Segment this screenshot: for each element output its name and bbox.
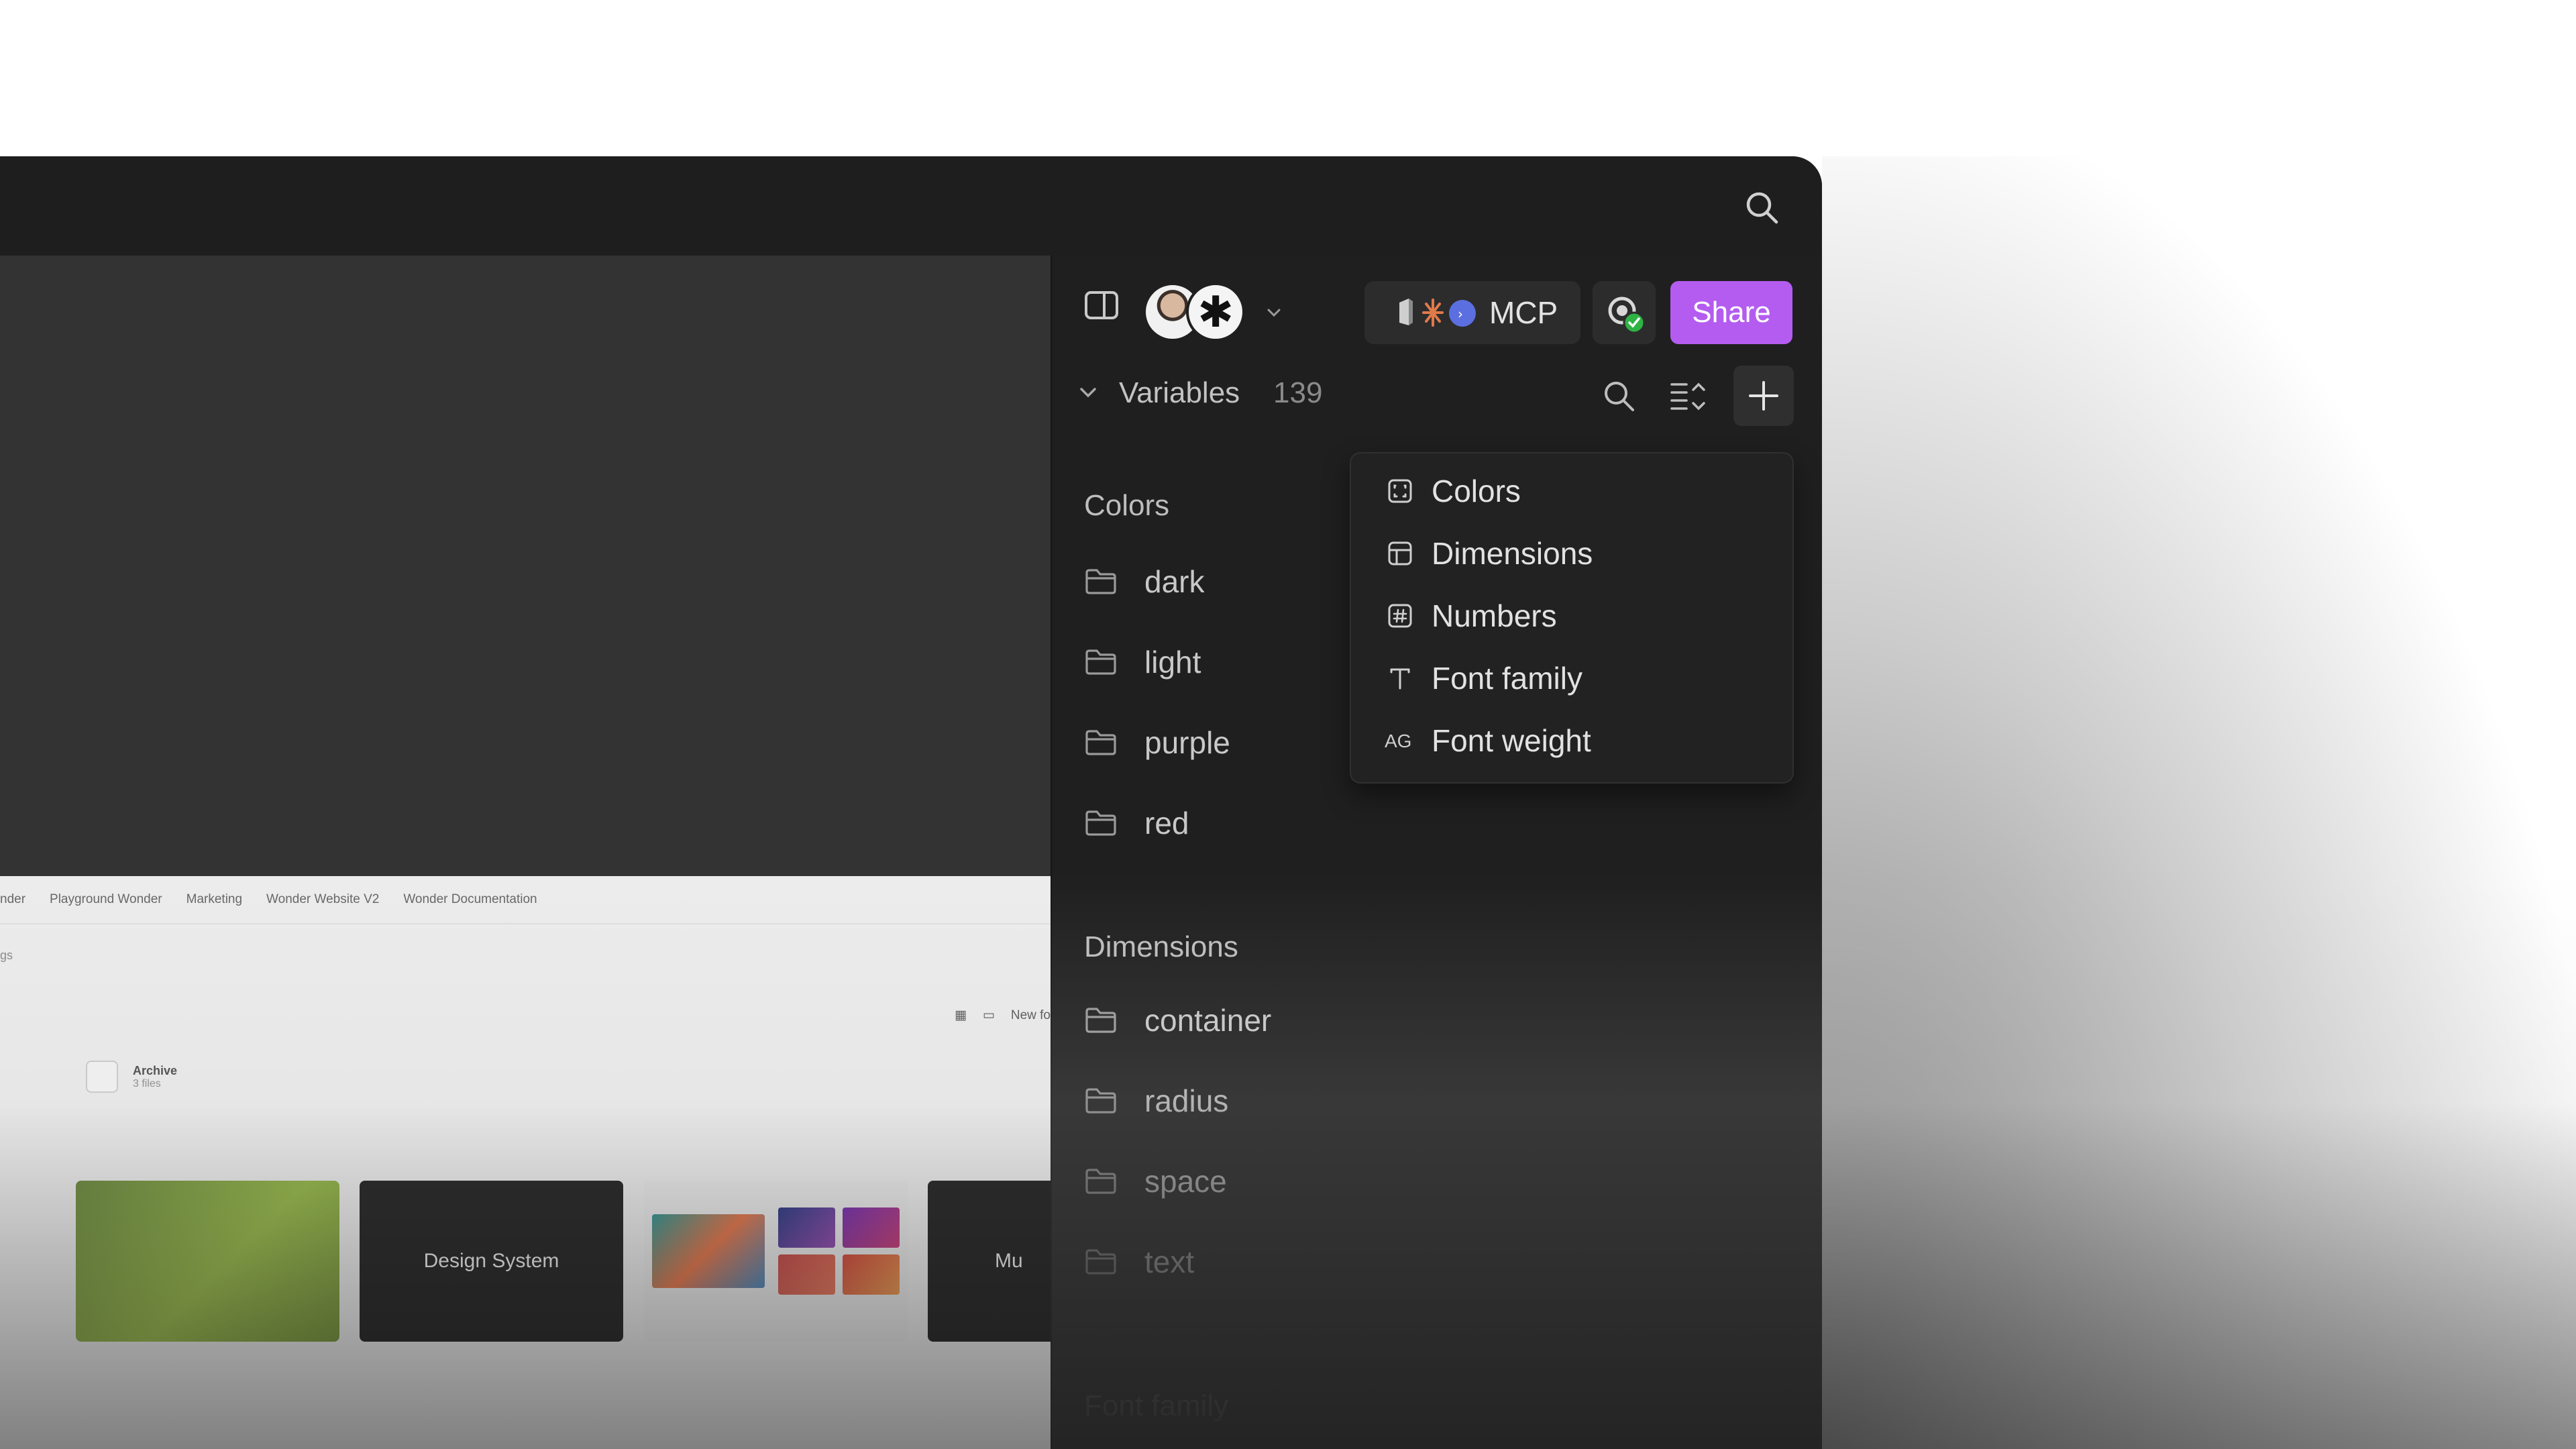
folder-icon xyxy=(86,1061,118,1093)
list-view-icon: ▭ xyxy=(982,1008,995,1022)
menu-item-colors[interactable]: Colors xyxy=(1351,460,1792,522)
folder-item[interactable]: text xyxy=(1084,1235,1194,1289)
search-icon[interactable] xyxy=(1743,189,1780,226)
variables-header: Variables 139 xyxy=(1052,354,1822,434)
folder-label: space xyxy=(1144,1164,1227,1199)
preview-tab: Marketing xyxy=(186,892,243,906)
avatar[interactable]: ✱ xyxy=(1186,282,1245,341)
mcp-integration-icons: › xyxy=(1399,299,1476,327)
new-folder-button: New fo xyxy=(1010,1008,1051,1022)
text-t-icon xyxy=(1385,663,1415,694)
thumbnail-title: Design System xyxy=(423,1250,559,1272)
thumbnail-title: Mu xyxy=(995,1250,1023,1272)
folder-item[interactable]: red xyxy=(1084,796,1189,850)
sync-status-icon xyxy=(1608,297,1646,334)
folder-label: container xyxy=(1144,1003,1272,1038)
preview-toolbar: ▦ ▭ New fo xyxy=(955,1008,1051,1023)
thumbnail-image xyxy=(843,1254,900,1295)
share-button[interactable]: Share xyxy=(1670,281,1792,344)
menu-item-label: Font weight xyxy=(1432,723,1591,758)
folder-icon xyxy=(1085,810,1116,836)
dimension-layout-icon xyxy=(1385,538,1415,569)
folder-item[interactable]: light xyxy=(1084,635,1201,689)
thumbnail-image xyxy=(778,1254,835,1295)
plus-icon xyxy=(1749,381,1778,411)
preview-tab: Wonder Website V2 xyxy=(266,892,380,906)
add-variable-button[interactable] xyxy=(1733,366,1794,426)
preview-tab: Playground Wonder xyxy=(50,892,162,906)
collaborator-avatars[interactable]: ✱ xyxy=(1143,282,1248,343)
menu-item-label: Dimensions xyxy=(1432,536,1593,571)
title-bar xyxy=(0,156,1822,256)
svg-text:AG: AG xyxy=(1385,731,1411,751)
preview-breadcrumb: gs xyxy=(0,949,13,962)
app-window: nder Playground Wonder Marketing Wonder … xyxy=(0,156,1822,1449)
folder-item[interactable]: dark xyxy=(1084,555,1204,608)
section-title-font-family: Font family xyxy=(1084,1389,1229,1422)
sidebar-toggle-icon[interactable] xyxy=(1084,290,1119,320)
folder-label: radius xyxy=(1144,1083,1229,1118)
canvas-area[interactable]: nder Playground Wonder Marketing Wonder … xyxy=(0,256,1051,1449)
variables-count: 139 xyxy=(1273,376,1323,409)
mcp-button[interactable]: › MCP xyxy=(1364,281,1580,344)
grid-view-icon: ▦ xyxy=(954,1008,967,1022)
variables-panel: ✱ › MCP Share Variables 139 Colors dark … xyxy=(1051,256,1822,1449)
section-title-dimensions: Dimensions xyxy=(1084,930,1238,963)
embedded-dashboard-preview: nder Playground Wonder Marketing Wonder … xyxy=(0,876,1051,1449)
archive-meta: 3 files xyxy=(133,1077,161,1089)
folder-label: purple xyxy=(1144,725,1230,760)
archive-title: Archive xyxy=(133,1063,178,1077)
folder-item[interactable]: space xyxy=(1084,1155,1227,1208)
thumbnail-image xyxy=(778,1208,835,1248)
folder-icon xyxy=(1085,730,1116,755)
folder-label: red xyxy=(1144,806,1189,841)
svg-text:›: › xyxy=(1458,306,1463,322)
preview-tab: Wonder Documentation xyxy=(403,892,537,906)
archive-folder: Archive 3 files xyxy=(86,1061,177,1093)
color-swatch-icon xyxy=(1385,476,1415,506)
project-thumbnail xyxy=(644,1181,908,1342)
chevron-down-icon[interactable] xyxy=(1265,304,1283,321)
thumbnail-image xyxy=(843,1208,900,1248)
mcp-label: MCP xyxy=(1489,295,1558,330)
chevron-down-icon[interactable] xyxy=(1076,380,1100,405)
preview-tab: nder xyxy=(0,892,26,906)
section-title-colors: Colors xyxy=(1084,489,1170,522)
folder-icon xyxy=(1085,1088,1116,1114)
folder-label: light xyxy=(1144,645,1201,680)
project-thumbnail: Design System xyxy=(360,1181,623,1342)
project-thumbnail: Mu xyxy=(928,1181,1051,1342)
menu-item-dimensions[interactable]: Dimensions xyxy=(1351,523,1792,584)
preview-tab-strip: nder Playground Wonder Marketing Wonder … xyxy=(0,876,1051,924)
thumbnail-image xyxy=(652,1214,765,1288)
variables-title: Variables xyxy=(1119,376,1240,409)
project-thumbnail xyxy=(76,1181,339,1342)
folder-item[interactable]: container xyxy=(1084,994,1271,1047)
search-icon[interactable] xyxy=(1601,378,1637,414)
collapse-all-icon[interactable] xyxy=(1669,378,1707,414)
menu-item-numbers[interactable]: Numbers xyxy=(1351,585,1792,647)
sync-status-button[interactable] xyxy=(1593,281,1656,344)
add-variable-menu: Colors Dimensions Numbers Font family AG… xyxy=(1350,452,1794,784)
menu-item-label: Numbers xyxy=(1432,598,1557,633)
hash-icon xyxy=(1385,600,1415,631)
ag-icon: AG xyxy=(1385,725,1415,756)
folder-icon xyxy=(1085,1008,1116,1033)
folder-item[interactable]: radius xyxy=(1084,1074,1228,1128)
menu-item-label: Colors xyxy=(1432,474,1521,508)
folder-item[interactable]: purple xyxy=(1084,716,1230,769)
folder-icon xyxy=(1085,569,1116,594)
folder-icon xyxy=(1085,1249,1116,1275)
folder-icon xyxy=(1085,1169,1116,1194)
folder-label: dark xyxy=(1144,564,1205,599)
window-shadow xyxy=(1822,156,2576,1449)
menu-item-font-family[interactable]: Font family xyxy=(1351,647,1792,709)
folder-label: text xyxy=(1144,1244,1195,1279)
menu-item-font-weight[interactable]: AG Font weight xyxy=(1351,710,1792,771)
panel-header: ✱ › MCP Share xyxy=(1052,256,1822,354)
folder-icon xyxy=(1085,649,1116,675)
menu-item-label: Font family xyxy=(1432,661,1582,696)
